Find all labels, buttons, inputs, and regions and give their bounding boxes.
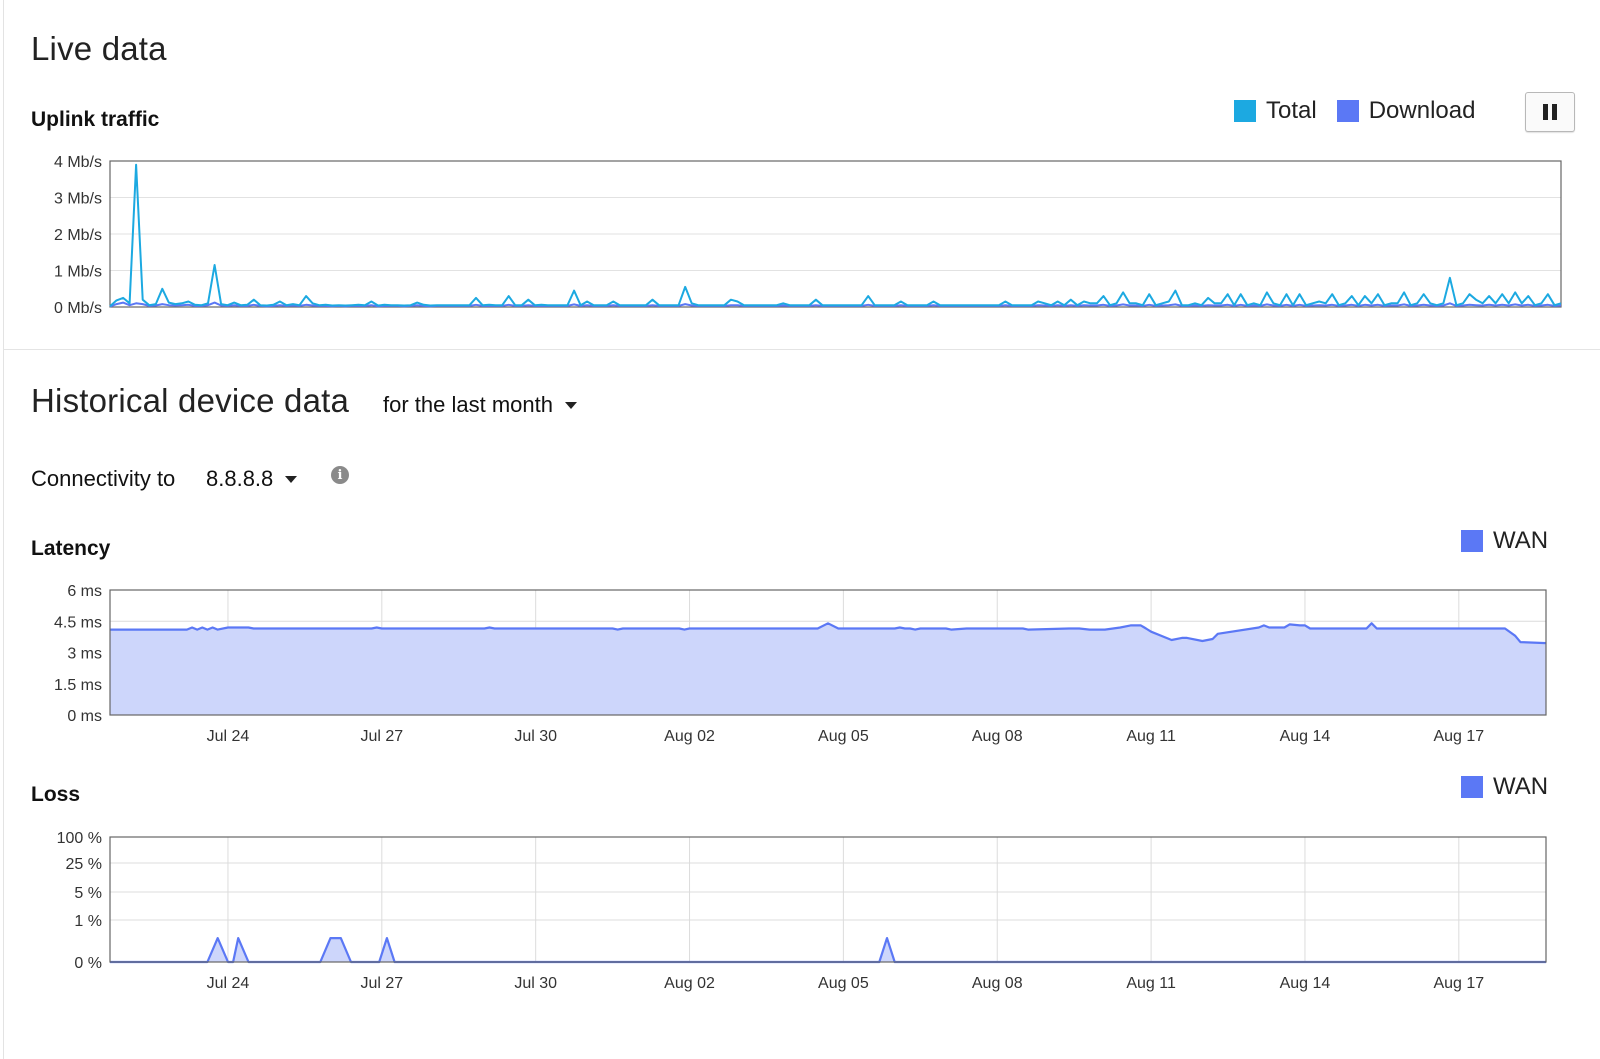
section-divider xyxy=(3,349,1600,350)
legend-item-wan[interactable]: WAN xyxy=(1461,527,1548,555)
time-range-label: for the last month xyxy=(383,392,553,417)
legend-swatch-wan xyxy=(1461,776,1483,798)
historical-title: Historical device data xyxy=(31,382,350,419)
x-tick-label: Aug 02 xyxy=(664,975,715,992)
legend-swatch-wan xyxy=(1461,530,1483,552)
x-tick-label: Jul 24 xyxy=(207,728,250,745)
y-tick-label: 4.5 ms xyxy=(54,614,102,631)
x-tick-label: Aug 17 xyxy=(1433,975,1484,992)
legend-item-download[interactable]: Download xyxy=(1336,97,1476,125)
y-tick-label: 100 % xyxy=(57,830,102,847)
y-tick-label: 0 ms xyxy=(67,708,102,725)
y-tick-label: 3 Mb/s xyxy=(54,191,102,208)
pause-icon xyxy=(1543,104,1548,120)
x-tick-label: Jul 30 xyxy=(514,728,557,745)
x-tick-label: Jul 24 xyxy=(207,975,250,992)
legend-swatch-total xyxy=(1234,100,1256,122)
y-tick-label: 0 % xyxy=(74,955,102,972)
y-tick-label: 25 % xyxy=(66,856,102,873)
y-tick-label: 1 % xyxy=(74,913,102,930)
connectivity-label: Connectivity to xyxy=(31,466,176,491)
y-tick-label: 3 ms xyxy=(67,646,102,663)
pause-icon xyxy=(1552,104,1557,120)
latency-chart: Jul 24 Jul 27 Jul 30 Aug 02 Aug 05 Aug 08 Aug … xyxy=(54,583,1547,745)
uplink-legend: Total Download xyxy=(1234,97,1475,125)
x-tick-label: Aug 14 xyxy=(1280,728,1331,745)
loss-chart: Jul 24 Jul 27 Jul 30 Aug 02 Aug 05 Aug 08 Aug … xyxy=(57,830,1547,992)
info-icon[interactable]: i xyxy=(331,466,349,484)
y-tick-label: 2 Mb/s xyxy=(54,227,102,244)
y-tick-label: 0 Mb/s xyxy=(54,300,102,317)
y-tick-label: 1.5 ms xyxy=(54,677,102,694)
y-tick-label: 4 Mb/s xyxy=(54,154,102,171)
y-tick-label: 5 % xyxy=(74,885,102,902)
chevron-down-icon xyxy=(285,475,298,483)
legend-label-download: Download xyxy=(1368,97,1476,124)
x-tick-label: Aug 08 xyxy=(972,728,1023,745)
latency-legend: WAN xyxy=(1461,527,1548,555)
plot-frame xyxy=(109,836,1547,963)
x-tick-label: Aug 14 xyxy=(1280,975,1331,992)
x-tick-label: Aug 17 xyxy=(1433,728,1484,745)
x-tick-label: Jul 27 xyxy=(360,975,403,992)
y-tick-label: 1 Mb/s xyxy=(54,264,102,281)
legend-item-total[interactable]: Total xyxy=(1234,97,1317,125)
connectivity-target-dropdown[interactable]: 8.8.8.8 xyxy=(206,466,298,492)
x-tick-label: Jul 27 xyxy=(360,728,403,745)
legend-label-wan: WAN xyxy=(1493,527,1549,554)
legend-label-wan: WAN xyxy=(1493,773,1549,800)
x-tick-label: Aug 05 xyxy=(818,728,869,745)
uplink-traffic-title: Uplink traffic xyxy=(31,108,160,131)
series-line-total xyxy=(109,163,1562,308)
series-area-wan xyxy=(110,623,1546,715)
pause-button[interactable] xyxy=(1525,92,1575,132)
latency-title: Latency xyxy=(31,537,111,560)
x-tick-label: Aug 08 xyxy=(972,975,1023,992)
time-range-dropdown[interactable]: for the last month xyxy=(383,392,577,418)
loss-title: Loss xyxy=(31,783,81,806)
loss-legend: WAN xyxy=(1461,773,1548,801)
live-data-title: Live data xyxy=(31,30,167,67)
x-tick-label: Aug 11 xyxy=(1126,728,1176,745)
legend-item-wan[interactable]: WAN xyxy=(1461,773,1548,801)
y-tick-label: 6 ms xyxy=(67,583,102,600)
connectivity-target: 8.8.8.8 xyxy=(206,466,274,491)
x-tick-label: Jul 30 xyxy=(514,975,557,992)
chevron-down-icon xyxy=(564,401,577,409)
legend-swatch-download xyxy=(1336,100,1359,122)
x-tick-label: Aug 11 xyxy=(1126,975,1176,992)
x-tick-label: Aug 02 xyxy=(664,728,715,745)
uplink-traffic-chart: 0 Mb/s 1 Mb/s 2 Mb/s 3 Mb/s 4 Mb/s xyxy=(54,154,1562,317)
x-tick-label: Aug 05 xyxy=(818,975,869,992)
legend-label-total: Total xyxy=(1266,97,1317,124)
